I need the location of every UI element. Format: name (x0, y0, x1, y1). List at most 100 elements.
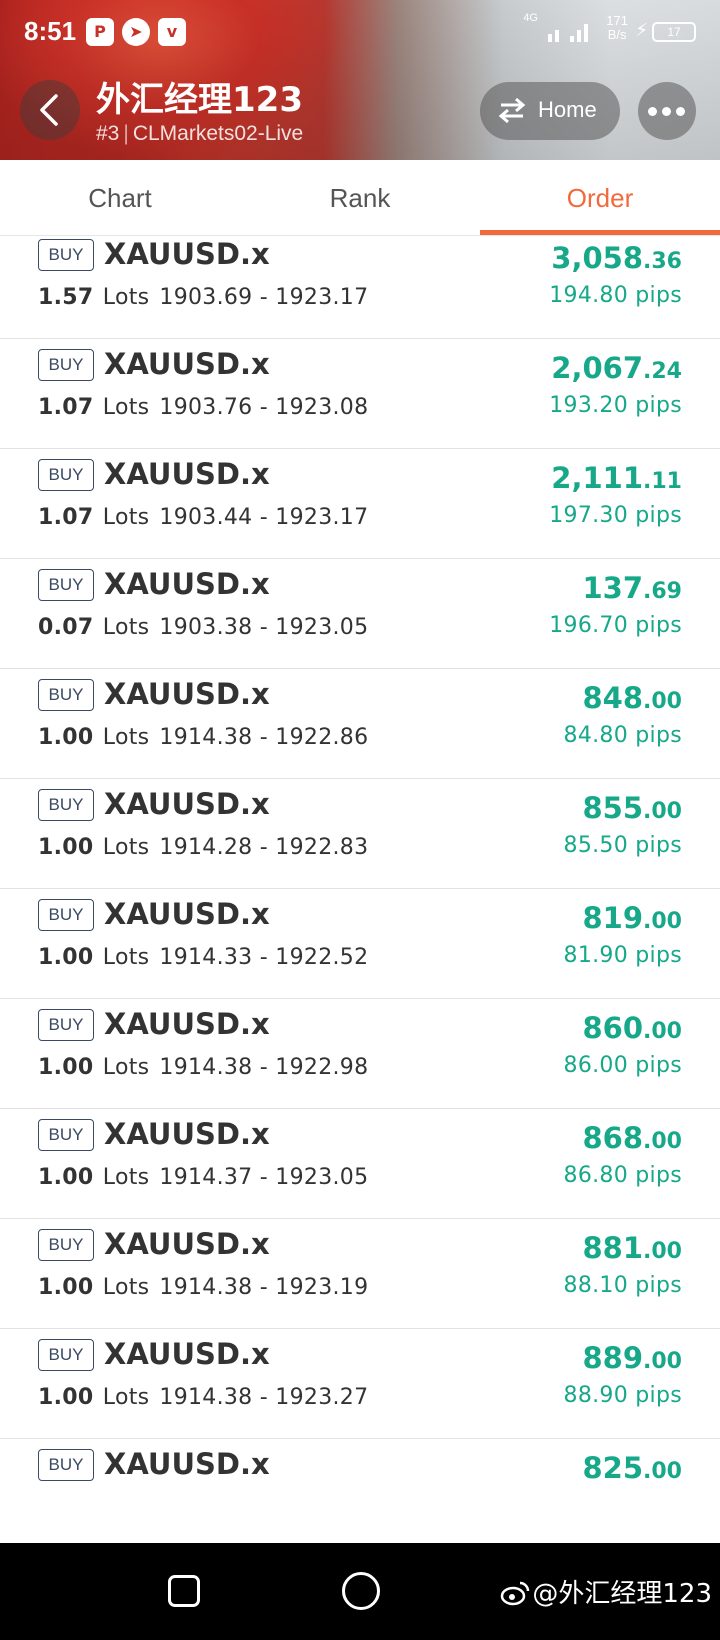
profit-integer: 137 (582, 571, 644, 605)
active-tab-indicator (480, 230, 720, 235)
lots-value: 1.00 (38, 725, 94, 750)
order-row[interactable]: BUY XAUUSD.x 1.00 Lots 1914.33 - 1922.52 819… (0, 889, 720, 999)
profit-integer: 889 (582, 1341, 644, 1375)
profit-decimal: .00 (643, 1349, 682, 1374)
order-row[interactable]: BUY XAUUSD.x 825.00 (0, 1439, 720, 1543)
lots-unit: Lots (102, 1385, 150, 1410)
order-list[interactable]: BUY XAUUSD.x 1.57 Lots 1903.69 - 1923.17 3,0… (0, 237, 720, 1543)
order-symbol: XAUUSD.x (104, 1117, 270, 1151)
lots-value: 1.07 (38, 505, 94, 530)
side-badge: BUY (38, 1119, 94, 1151)
profile-header: 8:51 P ➤ v 4G 171 B/s ⚡ 17 外汇经理123 #3 | CL… (0, 0, 720, 160)
order-symbol: XAUUSD.x (104, 1337, 270, 1371)
lots-value: 1.57 (38, 285, 94, 310)
profit-integer: 3,058 (551, 241, 644, 275)
system-nav-bar: @外汇经理123 (0, 1543, 720, 1640)
order-details: 1.00 Lots 1914.38 - 1923.19 (38, 1275, 368, 1300)
order-details: 1.00 Lots 1914.37 - 1923.05 (38, 1165, 368, 1190)
profit-decimal: .11 (643, 469, 682, 494)
order-details: 1.00 Lots 1914.38 - 1922.98 (38, 1055, 368, 1080)
order-symbol: XAUUSD.x (104, 677, 270, 711)
lots-unit: Lots (102, 945, 150, 970)
order-row[interactable]: BUY XAUUSD.x 1.07 Lots 1903.76 - 1923.08 2,0… (0, 339, 720, 449)
back-button[interactable] (20, 80, 80, 140)
signal-icon (548, 24, 588, 42)
order-row[interactable]: BUY XAUUSD.x 0.07 Lots 1903.38 - 1923.05 137… (0, 559, 720, 669)
profit-decimal: .00 (643, 1019, 682, 1044)
side-badge: BUY (38, 239, 94, 271)
order-details: 1.57 Lots 1903.69 - 1923.17 (38, 285, 368, 310)
profit-amount: 881.00 (582, 1231, 682, 1265)
lots-unit: Lots (102, 285, 150, 310)
order-row[interactable]: BUY XAUUSD.x 1.00 Lots 1914.38 - 1923.19 881… (0, 1219, 720, 1329)
side-badge: BUY (38, 679, 94, 711)
profit-amount: 855.00 (582, 791, 682, 825)
profit-decimal: .00 (643, 799, 682, 824)
order-row[interactable]: BUY XAUUSD.x 1.00 Lots 1914.28 - 1922.83 855… (0, 779, 720, 889)
lots-unit: Lots (102, 1055, 150, 1080)
price-range: 1914.38 - 1922.86 (159, 725, 369, 750)
pips-value: 85.50 pips (563, 833, 682, 858)
profit-amount: 848.00 (582, 681, 682, 715)
order-details: 0.07 Lots 1903.38 - 1923.05 (38, 615, 368, 640)
account-name: CLMarkets02-Live (132, 122, 304, 145)
order-row[interactable]: BUY XAUUSD.x 1.00 Lots 1914.38 - 1922.86 848… (0, 669, 720, 779)
tab-order[interactable]: Order (480, 160, 720, 236)
price-range: 1903.38 - 1923.05 (159, 615, 369, 640)
lots-unit: Lots (102, 395, 150, 420)
order-row[interactable]: BUY XAUUSD.x 1.07 Lots 1903.44 - 1923.17 2,1… (0, 449, 720, 559)
recent-apps-button[interactable] (168, 1575, 200, 1607)
price-range: 1903.76 - 1923.08 (159, 395, 369, 420)
profit-integer: 860 (582, 1011, 644, 1045)
profit-integer: 855 (582, 791, 644, 825)
pips-value: 194.80 pips (549, 283, 682, 308)
pips-value: 196.70 pips (549, 613, 682, 638)
price-range: 1914.38 - 1923.19 (159, 1275, 369, 1300)
lots-value: 1.00 (38, 1275, 94, 1300)
order-row[interactable]: BUY XAUUSD.x 1.00 Lots 1914.38 - 1923.27 889… (0, 1329, 720, 1439)
more-button[interactable] (638, 82, 696, 140)
profit-amount: 819.00 (582, 901, 682, 935)
profit-integer: 848 (582, 681, 644, 715)
price-range: 1914.33 - 1922.52 (159, 945, 369, 970)
order-row[interactable]: BUY XAUUSD.x 1.00 Lots 1914.38 - 1922.98 860… (0, 999, 720, 1109)
pips-value: 86.80 pips (563, 1163, 682, 1188)
home-button[interactable]: Home (480, 82, 620, 140)
account-info: #3 | CLMarkets02-Live (96, 122, 304, 145)
vivo-icon: v (158, 18, 186, 46)
lots-unit: Lots (102, 505, 150, 530)
order-row[interactable]: BUY XAUUSD.x 1.00 Lots 1914.37 - 1923.05 868… (0, 1109, 720, 1219)
status-bar: 8:51 P ➤ v 4G 171 B/s ⚡ 17 (0, 0, 720, 64)
profit-decimal: .00 (643, 1459, 682, 1484)
home-nav-button[interactable] (342, 1572, 380, 1610)
pips-value: 84.80 pips (563, 723, 682, 748)
profit-amount: 2,067.24 (551, 351, 682, 385)
network-type: 4G (523, 12, 538, 24)
lots-unit: Lots (102, 835, 150, 860)
notification-app-icon: P (86, 18, 114, 46)
weibo-icon (501, 1581, 530, 1606)
order-details: 1.00 Lots 1914.38 - 1923.27 (38, 1385, 368, 1410)
pips-value: 197.30 pips (549, 503, 682, 528)
side-badge: BUY (38, 1229, 94, 1261)
lots-unit: Lots (102, 615, 150, 640)
pips-value: 88.90 pips (563, 1383, 682, 1408)
side-badge: BUY (38, 1449, 94, 1481)
swap-icon (498, 97, 526, 124)
profit-amount: 889.00 (582, 1341, 682, 1375)
side-badge: BUY (38, 569, 94, 601)
price-range: 1914.28 - 1922.83 (159, 835, 369, 860)
tab-chart[interactable]: Chart (0, 160, 240, 236)
watermark: @外汇经理123 (500, 1573, 712, 1610)
profit-decimal: .69 (643, 579, 682, 604)
lots-value: 1.00 (38, 1385, 94, 1410)
order-symbol: XAUUSD.x (104, 237, 270, 271)
order-symbol: XAUUSD.x (104, 787, 270, 821)
lots-value: 1.00 (38, 835, 94, 860)
lots-value: 1.00 (38, 945, 94, 970)
side-badge: BUY (38, 899, 94, 931)
order-details: 1.00 Lots 1914.28 - 1922.83 (38, 835, 368, 860)
tab-rank[interactable]: Rank (240, 160, 480, 236)
price-range: 1914.37 - 1923.05 (159, 1165, 369, 1190)
order-row[interactable]: BUY XAUUSD.x 1.57 Lots 1903.69 - 1923.17 3,0… (0, 237, 720, 339)
